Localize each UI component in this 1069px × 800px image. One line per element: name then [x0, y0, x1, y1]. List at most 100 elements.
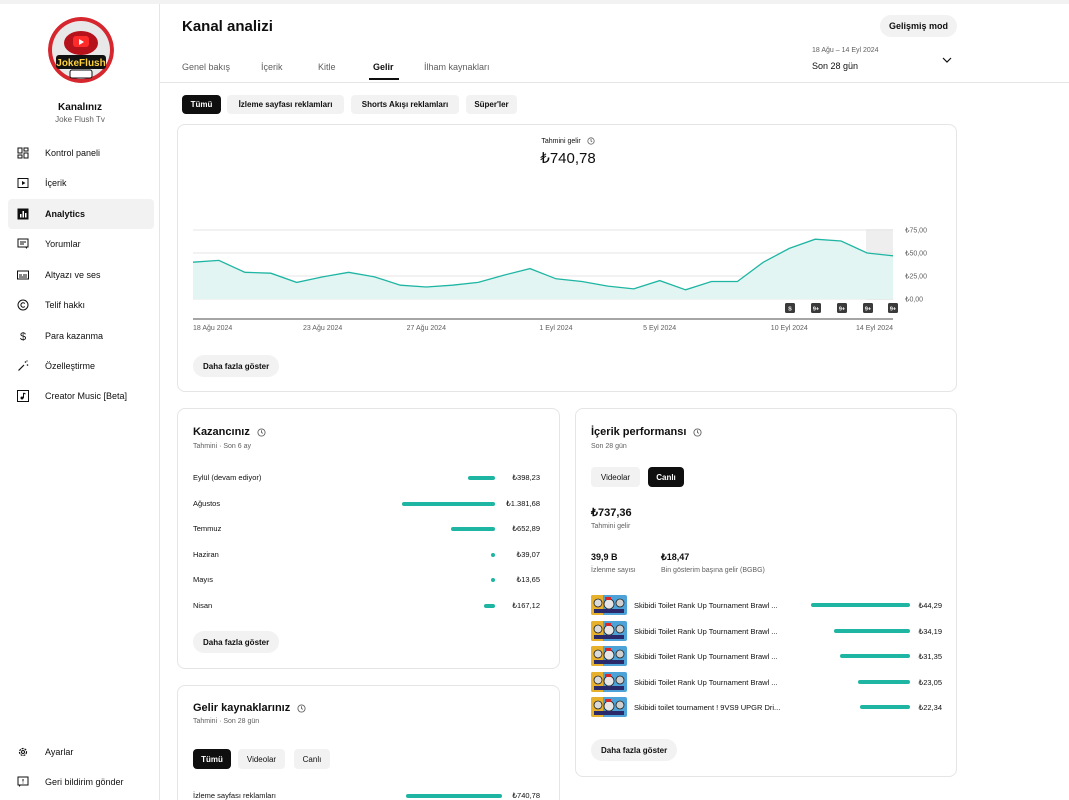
- video-title[interactable]: Skibidi Toilet Rank Up Tournament Brawl …: [634, 627, 778, 636]
- video-title[interactable]: Skibidi Toilet Rank Up Tournament Brawl …: [634, 601, 778, 610]
- earnings-value: ₺167,12: [512, 600, 540, 610]
- earnings-title: Kazancınız: [193, 426, 250, 438]
- toggle-videos[interactable]: Videolar: [591, 467, 640, 487]
- toggle-live[interactable]: Canlı: [648, 467, 684, 487]
- info-icon[interactable]: [297, 704, 306, 713]
- sources-subtitle: Tahmini · Son 28 gün: [193, 718, 260, 725]
- channel-name: Joke Flush Tv: [55, 115, 105, 124]
- sources-toggle-live[interactable]: Canlı: [294, 749, 330, 769]
- content-icon: [17, 177, 29, 189]
- chip-watch-page-ads[interactable]: İzleme sayfası reklamları: [227, 95, 344, 114]
- earnings-value: ₺652,89: [512, 524, 540, 533]
- chart-y-tick-label: ₺75,00: [905, 227, 927, 235]
- source-label: İzleme sayfası reklamları: [193, 791, 276, 800]
- video-revenue-bar: [860, 705, 910, 709]
- page-title: Kanal analizi: [182, 18, 273, 35]
- revenue-more-button[interactable]: Daha fazla göster: [193, 355, 280, 377]
- sidebar-item-subtitles[interactable]: Altyazı ve ses: [8, 260, 154, 290]
- earnings-bar: [491, 578, 495, 582]
- info-icon[interactable]: [257, 428, 266, 437]
- earnings-card: Kazancınız Tahmini · Son 6 ay Eylül (dev…: [177, 408, 560, 669]
- earnings-bar: [491, 552, 495, 557]
- sidebar-item-label: Yorumlar: [45, 239, 81, 249]
- sidebar-item-copyright[interactable]: Telif hakkı: [8, 290, 154, 320]
- chart-y-tick-label: ₺50,00: [905, 250, 927, 258]
- video-thumbnail[interactable]: [591, 595, 627, 615]
- info-icon[interactable]: [693, 428, 702, 437]
- sidebar-item-label: Geri bildirim gönder: [45, 777, 124, 787]
- chart-marker-label: S: [788, 307, 792, 313]
- sidebar-item-monetization[interactable]: $ Para kazanma: [8, 321, 154, 351]
- customization-icon: [17, 360, 29, 372]
- sidebar-item-customization[interactable]: Özelleştirme: [8, 351, 154, 381]
- monetization-icon: $: [17, 330, 29, 342]
- tab-overview[interactable]: Genel bakış: [182, 62, 230, 72]
- video-revenue-value: ₺44,29: [918, 601, 942, 610]
- chart-x-tick-label: 1 Eyl 2024: [539, 325, 572, 332]
- comments-icon: [17, 238, 29, 250]
- sidebar-item-label: Özelleştirme: [45, 361, 96, 371]
- earnings-more-button[interactable]: Daha fazla göster: [193, 631, 280, 653]
- tab-revenue[interactable]: Gelir: [373, 62, 394, 72]
- sidebar-item-music[interactable]: Creator Music [Beta]: [8, 381, 154, 411]
- revenue-card: Tahmini gelir ₺740,78 ₺0,00 ₺25,00 ₺50,00 ₺…: [177, 124, 957, 392]
- chart-marker-label: 9+: [839, 307, 845, 313]
- sidebar-item-analytics[interactable]: Analytics: [8, 199, 154, 229]
- active-tab-indicator: [369, 78, 399, 80]
- tab-content[interactable]: İçerik: [261, 62, 283, 72]
- channel-avatar[interactable]: JokeFlush: [48, 17, 114, 83]
- earnings-month-label: Ağustos: [193, 498, 221, 508]
- sidebar-item-content[interactable]: İçerik: [8, 168, 154, 198]
- video-thumbnail[interactable]: [591, 620, 627, 641]
- revenue-chart[interactable]: ₺0,00 ₺25,00 ₺50,00 ₺75,00 S 9+ 9+ 9+ 9+ 18 Ağu 2…: [178, 125, 958, 345]
- sidebar-item-settings[interactable]: Ayarlar: [8, 737, 154, 767]
- tab-inspiration[interactable]: İlham kaynakları: [424, 62, 490, 72]
- subtitles-icon: [17, 269, 29, 281]
- sidebar-item-label: Ayarlar: [45, 747, 74, 757]
- video-title[interactable]: Skibidi Toilet Rank Up Tournament Brawl …: [634, 652, 778, 661]
- rpm-value: ₺18,47: [661, 552, 690, 562]
- video-thumbnail[interactable]: [591, 671, 627, 692]
- video-thumbnail[interactable]: [591, 646, 627, 666]
- chart-y-tick-label: ₺25,00: [905, 273, 927, 281]
- sidebar-item-label: Kontrol paneli: [45, 148, 101, 158]
- sources-toggle-videos[interactable]: Videolar: [238, 749, 285, 769]
- chip-shorts-feed-ads[interactable]: Shorts Akışı reklamları: [351, 95, 459, 114]
- earnings-bar: [468, 476, 495, 480]
- video-title[interactable]: Skibidi toilet tournament ! 9VS9 UPGR Dr…: [634, 703, 780, 712]
- analytics-icon: [17, 208, 29, 220]
- earnings-value: ₺13,65: [516, 575, 540, 584]
- chip-supers[interactable]: Süper'ler: [466, 95, 517, 114]
- sidebar-item-comments[interactable]: Yorumlar: [8, 229, 154, 259]
- content-more-button[interactable]: Daha fazla göster: [591, 739, 678, 761]
- earnings-value: ₺398,23: [512, 473, 540, 482]
- tab-audience[interactable]: Kitle: [318, 62, 336, 72]
- chart-x-tick-label: 14 Eyl 2024: [856, 325, 893, 332]
- sources-toggle-all[interactable]: Tümü: [193, 749, 231, 769]
- earnings-subtitle: Tahmini · Son 6 ay: [193, 443, 251, 450]
- video-title[interactable]: Skibidi Toilet Rank Up Tournament Brawl …: [634, 678, 778, 687]
- sidebar-item-label: Altyazı ve ses: [45, 270, 101, 280]
- chart-y-tick-label: ₺0,00: [905, 296, 923, 304]
- advanced-mode-button[interactable]: Gelişmiş mod: [880, 15, 957, 37]
- date-range: 18 Ağu – 14 Eyl 2024: [812, 47, 879, 54]
- chart-marker-label: 9+: [813, 307, 819, 313]
- sidebar-item-label: Creator Music [Beta]: [45, 391, 128, 401]
- chip-all[interactable]: Tümü: [182, 95, 221, 114]
- sidebar-item-dashboard[interactable]: Kontrol paneli: [8, 138, 154, 168]
- revenue-sources-card: Gelir kaynaklarınız Tahmini · Son 28 gün…: [177, 685, 560, 800]
- views-value: 39,9 B: [591, 552, 618, 562]
- earnings-bar: [451, 527, 495, 531]
- views-label: İzlenme sayısı: [591, 567, 636, 574]
- earnings-month-label: Haziran: [193, 549, 219, 559]
- feedback-icon: [17, 776, 29, 788]
- channel-label: Kanalınız: [58, 102, 102, 113]
- video-thumbnail[interactable]: [591, 697, 627, 717]
- chevron-down-icon[interactable]: [941, 56, 953, 64]
- video-revenue-value: ₺23,05: [918, 677, 942, 687]
- sidebar-item-feedback[interactable]: Geri bildirim gönder: [8, 767, 154, 797]
- content-performance-card: İçerik performansı Son 28 gün Videolar C…: [575, 408, 957, 777]
- source-value: ₺740,78: [512, 791, 540, 800]
- perf-revenue-label: Tahmini gelir: [591, 523, 631, 530]
- sidebar-item-label: Analytics: [45, 209, 86, 219]
